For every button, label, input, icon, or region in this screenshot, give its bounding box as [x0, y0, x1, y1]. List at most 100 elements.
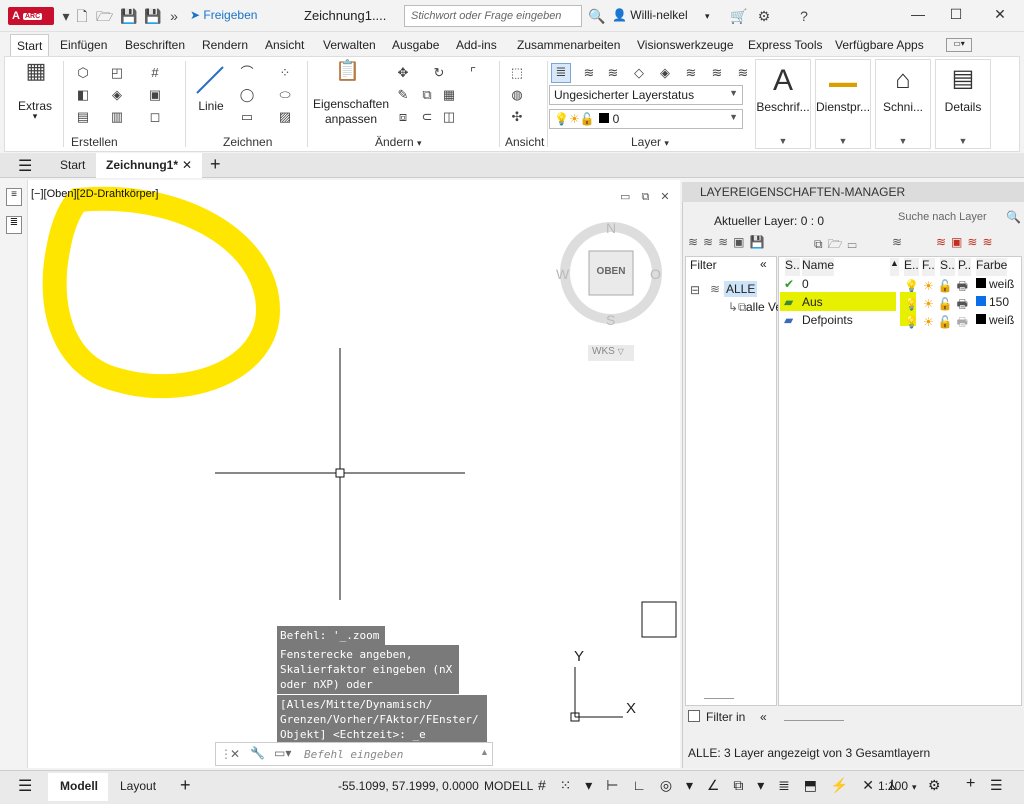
properties-icon[interactable]: 📋 — [335, 61, 360, 87]
compass-south[interactable]: S — [606, 312, 615, 328]
command-history-toggle-icon[interactable]: ▲ — [480, 747, 489, 757]
layer-more-icon[interactable]: ≋ — [735, 65, 751, 81]
rectangle-icon[interactable]: ▭ — [239, 109, 255, 125]
explode-icon[interactable]: ◫ — [441, 109, 457, 125]
maximize-button[interactable]: ☐ — [944, 6, 968, 26]
ucs-menu[interactable]: WKS ▽ — [588, 345, 634, 361]
chevron-down-icon[interactable]: ▾ — [912, 782, 917, 793]
layer-row-color[interactable]: 150 — [976, 295, 1009, 313]
add-layout-icon[interactable]: + — [180, 775, 191, 796]
layer-palette-icon[interactable]: ≣ — [6, 216, 22, 234]
section-panel-button[interactable]: ⌂ Schni... ▼ — [875, 59, 931, 149]
view-cube-face-label[interactable]: OBEN — [594, 266, 628, 277]
layer-freeze-icon[interactable]: ◈ — [657, 65, 673, 81]
circle-icon[interactable]: ◯ — [239, 87, 255, 103]
viewport-controls-label[interactable]: [−][Oben][2D-Drahtkörper] — [31, 188, 158, 200]
arc-icon[interactable]: ⌒ — [239, 65, 255, 81]
layer-row-color[interactable]: weiß — [976, 277, 1014, 295]
details-panel-button[interactable]: ▤ Details ▼ — [935, 59, 991, 149]
new-layer-icon[interactable]: ≋ — [892, 235, 902, 249]
layer-row-state-icons[interactable]: 💡☀🔓🖶 — [904, 313, 972, 331]
app-menu-button[interactable]: A ARC — [8, 7, 54, 25]
tab-ausgabe[interactable]: Ausgabe — [392, 38, 439, 52]
cylinder-icon[interactable]: ◧ — [75, 87, 91, 103]
layer-row-name[interactable]: Aus — [802, 295, 823, 313]
close-tab-icon[interactable]: ✕ — [182, 158, 192, 172]
layer-state-select[interactable]: Ungesicherter Layerstatus ▼ — [549, 85, 743, 105]
new-file-icon[interactable]: 🗋 — [74, 8, 90, 24]
user-account-button[interactable]: 👤 Willi-nelkel ▾ — [612, 8, 710, 22]
fillet-icon[interactable]: ⌜ — [465, 65, 481, 81]
tab-verfuegbare-apps[interactable]: Verfügbare Apps — [835, 38, 924, 52]
array-icon[interactable]: ▦ — [441, 87, 457, 103]
layer-state-toolbar[interactable]: ⧉🗁▭ — [814, 235, 862, 256]
layer-properties-icon[interactable]: ≣ — [551, 63, 571, 83]
rotate-icon[interactable]: ↻ — [431, 65, 447, 81]
app-menu-chevron-icon[interactable]: ▾ — [58, 8, 74, 24]
tab-zusammenarbeiten[interactable]: Zusammenarbeiten — [517, 38, 620, 52]
loft-icon[interactable]: ▥ — [109, 109, 125, 125]
ellipse-icon[interactable]: ⬭ — [277, 87, 293, 103]
erase-icon[interactable]: ✎ — [395, 87, 411, 103]
grid-scrollbar[interactable] — [784, 720, 844, 721]
view-cube-icon[interactable]: ⬚ — [509, 65, 525, 81]
offset-icon[interactable]: ⊂ — [419, 109, 435, 125]
move-icon[interactable]: ✥ — [395, 65, 411, 81]
annotation-panel-button[interactable]: A Beschrif... ▼ — [755, 59, 811, 149]
layer-match-icon[interactable]: ≋ — [709, 65, 725, 81]
command-input[interactable]: Befehl eingeben — [304, 748, 403, 761]
utilities-panel-button[interactable]: ▬▬ Dienstpr... ▼ — [815, 59, 871, 149]
recent-commands-icon[interactable]: ▭▾ — [274, 746, 291, 760]
plus-icon[interactable]: + — [966, 775, 975, 793]
extrude-icon[interactable]: ◰ — [109, 65, 125, 81]
tab-layout[interactable]: Layout — [120, 779, 156, 793]
tab-verwalten[interactable]: Verwalten — [323, 38, 376, 52]
mirror-icon[interactable]: ⧈ — [395, 109, 411, 125]
invert-filter-checkbox[interactable] — [688, 710, 700, 722]
close-command-icon[interactable]: ✕ — [230, 747, 240, 761]
tab-start[interactable]: Start — [10, 34, 50, 56]
filter-scrollbar[interactable] — [704, 698, 734, 699]
compass-east[interactable]: O — [650, 266, 661, 282]
drafting-toggles[interactable]: # ⁙ ▾ ⊢ ∟ ◎ ▾ ∠ ⧉ ▾ ≣ ⬒ ⚡ ✕ ⅄ — [538, 777, 901, 794]
cart-icon[interactable]: 🛒 — [730, 8, 747, 24]
customize-wrench-icon[interactable]: 🔧 — [250, 746, 265, 760]
revolve-icon[interactable]: ◈ — [109, 87, 125, 103]
layer-row-name[interactable]: Defpoints — [802, 313, 853, 331]
more-tools-icon[interactable]: » — [166, 8, 182, 24]
points-icon[interactable]: ⁘ — [277, 65, 293, 81]
line-icon[interactable] — [193, 63, 227, 97]
compass-north[interactable]: N — [606, 220, 616, 236]
layer-row-state-icons[interactable]: 💡☀🔓🖶 — [904, 295, 972, 313]
viewport-window-controls[interactable]: ▭ ⧉ ✕ — [620, 190, 674, 204]
tab-rendern[interactable]: Rendern — [202, 38, 248, 52]
tab-ansicht[interactable]: Ansicht — [265, 38, 304, 52]
box-icon[interactable]: ⬡ — [75, 65, 91, 81]
tab-modell[interactable]: Modell — [48, 773, 108, 801]
tab-addins[interactable]: Add-ins — [456, 38, 497, 52]
layer-off-icon[interactable]: ≋ — [605, 65, 621, 81]
layer-filter-toolbar[interactable]: ≋≋≋▣💾 — [688, 235, 769, 249]
layer-lock-icon[interactable]: ≋ — [683, 65, 699, 81]
tab-einfuegen[interactable]: Einfügen — [60, 38, 107, 52]
column-name[interactable]: Name — [802, 258, 835, 276]
open-folder-icon[interactable]: 🗁 — [96, 8, 113, 24]
annotation-scale[interactable]: 1:100 — [878, 779, 908, 793]
doc-tab-start[interactable]: Start — [60, 158, 85, 172]
layer-state-icon[interactable]: ≋ — [581, 65, 597, 81]
filter-all-used[interactable]: alle Ve — [746, 300, 782, 314]
extras-grid-icon[interactable]: ▦ — [23, 60, 49, 89]
line-button[interactable]: Linie — [191, 99, 231, 113]
column-lock[interactable]: S.. — [940, 258, 955, 276]
group-aendern-label[interactable]: Ändern ▾ — [375, 135, 422, 149]
coordinate-readout[interactable]: -55.1099, 57.1999, 0.0000 — [338, 779, 479, 793]
filter-all[interactable]: ALLE — [724, 281, 758, 297]
column-color[interactable]: Farbe — [976, 258, 1008, 276]
layer-isolate-icon[interactable]: ◇ — [631, 65, 647, 81]
column-on[interactable]: E.. — [904, 258, 919, 276]
column-freeze[interactable]: F.. — [922, 258, 935, 276]
layer-search-input[interactable]: Suche nach Layer — [898, 211, 987, 223]
collapse-filter-icon[interactable]: « — [760, 257, 767, 271]
hamburger-menu-icon[interactable]: ☰ — [18, 156, 32, 176]
properties-button[interactable]: Eigenschaften — [311, 97, 391, 111]
